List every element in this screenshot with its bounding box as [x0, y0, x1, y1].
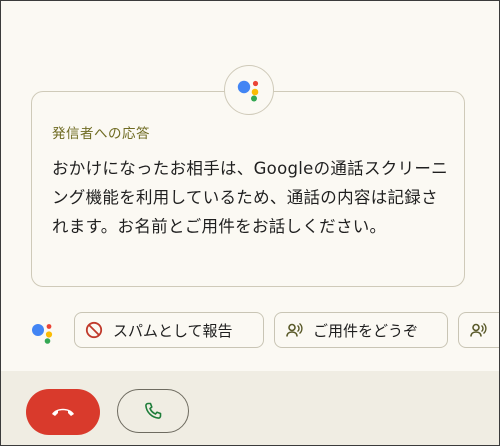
phone-icon: [145, 402, 162, 419]
google-assistant-icon: [32, 324, 53, 344]
decline-call-button[interactable]: [26, 389, 100, 435]
report-spam-button[interactable]: スパムとして報告: [74, 312, 264, 348]
report-spam-label: スパムとして報告: [113, 321, 233, 340]
ask-purpose-label: ご用件をどうぞ: [313, 321, 419, 340]
hang-up-icon: [52, 408, 74, 416]
block-icon: [85, 321, 103, 339]
card-title: 発信者への応答: [52, 126, 150, 142]
accept-call-button[interactable]: [117, 389, 189, 433]
voice-prompt-icon: [470, 322, 487, 337]
ask-purpose-button[interactable]: ご用件をどうぞ: [274, 312, 448, 348]
call-screen: 発信者への応答 おかけになったお相手は、Googleの通話スクリーニング機能を利…: [0, 0, 500, 446]
quick-reply-chip-partial[interactable]: [458, 312, 499, 348]
screening-message: おかけになったお相手は、Googleの通話スクリーニング機能を利用しているため、…: [52, 159, 448, 236]
google-assistant-icon: [237, 80, 259, 102]
quick-replies-row: スパムとして報告 ご用件をどうぞ: [1, 307, 499, 353]
voice-prompt-icon: [286, 322, 303, 337]
call-controls: [1, 371, 499, 445]
assistant-badge: [224, 65, 274, 115]
screening-card: 発信者への応答 おかけになったお相手は、Googleの通話スクリーニング機能を利…: [31, 91, 465, 287]
